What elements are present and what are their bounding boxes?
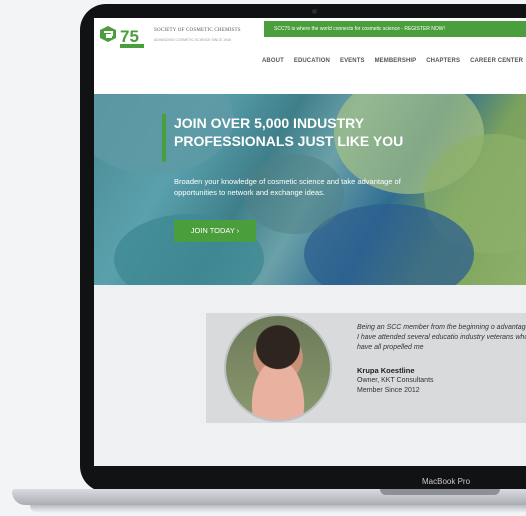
testimonial-quote: Being an SCC member from the beginning o… [357,324,526,351]
member-name: Krupa Koestline [357,366,415,375]
laptop-notch [380,489,500,495]
nav-membership[interactable]: MEMBERSHIP [375,58,417,64]
nav-career-center[interactable]: CAREER CENTER [470,58,523,64]
laptop-mockup: MacBook Pro 75 SOCIETY OF COSMETIC CHEMI… [0,0,526,516]
laptop-shadow [30,505,526,513]
member-role: Owner, KKT Consultants [357,377,434,384]
website-screen: 75 SOCIETY OF COSMETIC CHEMISTS ADVANCIN… [94,18,526,466]
hero-title: JOIN OVER 5,000 INDUSTRY PROFESSIONALS J… [174,115,404,149]
logo-tagline: ADVANCING COSMETIC SCIENCE SINCE 1945 [154,38,231,42]
join-today-button[interactable]: JOIN TODAY › [174,220,256,242]
announcement-banner[interactable]: SCC75 is where the world connects for co… [264,21,526,37]
hero-body: Broaden your knowledge of cosmetic scien… [174,177,401,197]
scc-logo-icon[interactable]: 75 [96,24,152,50]
nav-chapters[interactable]: CHAPTERS [426,58,460,64]
main-nav: ABOUT EDUCATION EVENTS MEMBERSHIP CHAPTE… [262,58,523,64]
nav-events[interactable]: EVENTS [340,58,365,64]
device-label: MacBook Pro [422,477,471,486]
nav-education[interactable]: EDUCATION [294,58,330,64]
camera [312,9,317,14]
logo-number: 75 [120,27,139,46]
member-since: Member Since 2012 [357,387,420,394]
site-header: 75 SOCIETY OF COSMETIC CHEMISTS ADVANCIN… [94,18,526,94]
member-avatar [224,314,332,422]
hero-accent-bar [162,114,166,162]
testimonial-section: Being an SCC member from the beginning o… [94,285,526,466]
logo-text: SOCIETY OF COSMETIC CHEMISTS [154,28,241,33]
hero-section: JOIN OVER 5,000 INDUSTRY PROFESSIONALS J… [94,94,526,285]
nav-about[interactable]: ABOUT [262,58,284,64]
